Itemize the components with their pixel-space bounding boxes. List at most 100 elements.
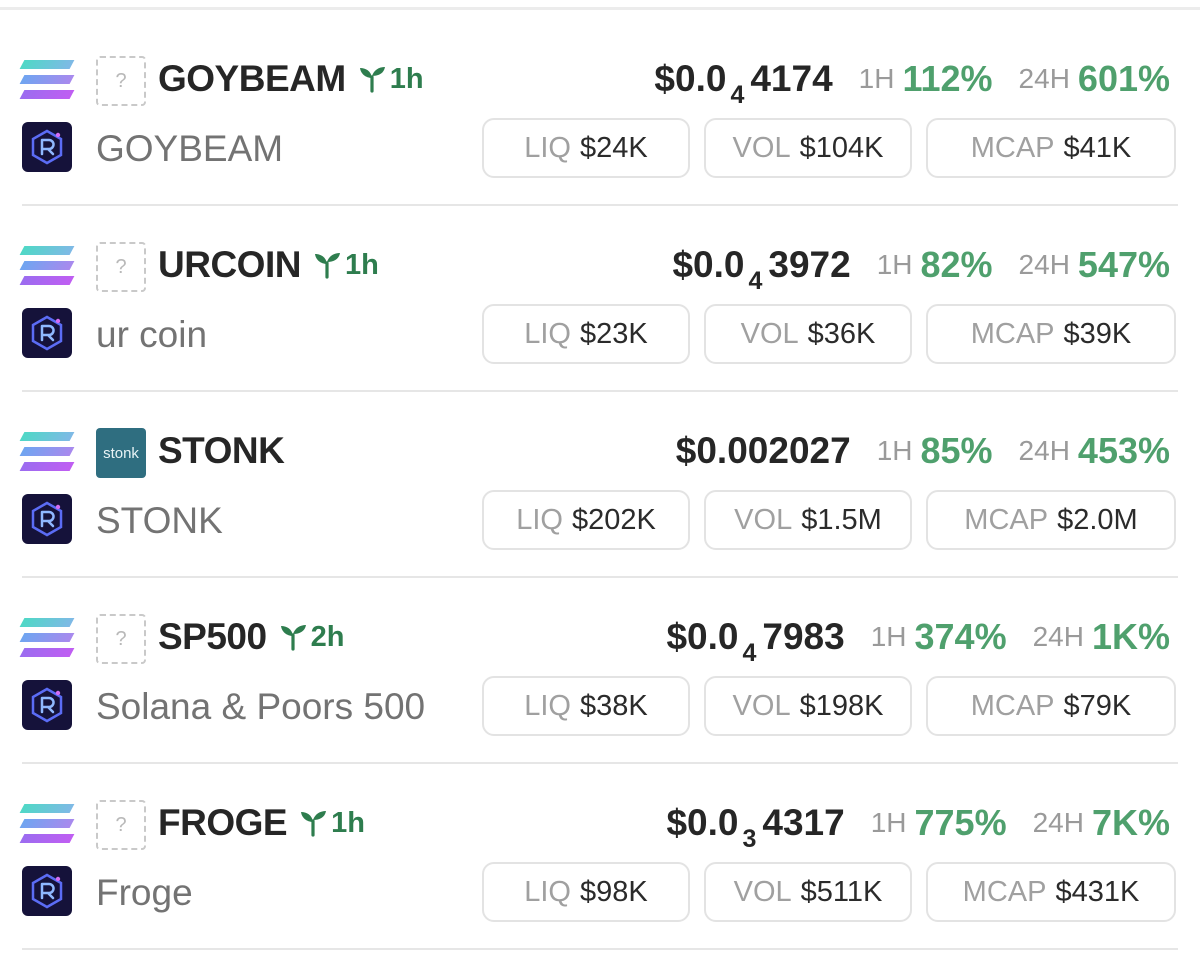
volume-label: VOL [732, 131, 791, 164]
change-24h-label: 24H [1018, 249, 1070, 280]
change-24h-label: 24H [1018, 435, 1070, 466]
volume-value: $198K [799, 689, 884, 722]
change-1h: 775% [914, 802, 1007, 843]
price-prefix: $0.0 [666, 616, 739, 657]
volume-pill[interactable]: VOL $104K [704, 118, 912, 178]
token-list: ? GOYBEAM 1h GOYBEAM $0.0 4 4174 1H 112%… [0, 20, 1200, 950]
change-1h-label: 1H [870, 807, 907, 838]
change-1h: 112% [902, 58, 993, 99]
token-symbol: FROGE [158, 802, 288, 843]
token-symbol: URCOIN [158, 244, 301, 285]
volume-label: VOL [740, 317, 799, 350]
price-zero-count: 3 [742, 825, 757, 853]
liquidity-pill[interactable]: LIQ $23K [482, 304, 690, 364]
liquidity-value: $98K [580, 875, 648, 908]
market-cap-pill[interactable]: MCAP $39K [926, 304, 1176, 364]
raydium-icon [22, 866, 72, 916]
token-row[interactable]: ? FROGE 1h Froge $0.0 3 4317 1H 775% 24H [19, 764, 1178, 950]
volume-pill[interactable]: VOL $1.5M [704, 490, 912, 550]
token-name: Solana & Poors 500 [96, 686, 426, 727]
token-name: Froge [96, 872, 193, 913]
change-1h-label: 1H [876, 249, 913, 280]
market-cap-pill[interactable]: MCAP $79K [926, 676, 1176, 736]
token-stats: LIQ $38K VOL $198K MCAP $79K [482, 676, 1176, 736]
market-cap-value: $431K [1055, 875, 1140, 908]
token-age-text: 1h [389, 62, 424, 95]
market-cap-value: $79K [1063, 689, 1132, 722]
market-cap-label: MCAP [970, 689, 1055, 722]
token-age: 1h [358, 63, 424, 96]
token-price: $0.0 4 4174 [654, 58, 833, 109]
liquidity-pill[interactable]: LIQ $38K [482, 676, 690, 736]
price-line: $0.0 4 3972 1H 82% 24H 547% [672, 240, 1170, 295]
liquidity-value: $202K [571, 503, 656, 536]
price-zero-count: 4 [748, 267, 763, 295]
raydium-icon [22, 680, 72, 730]
solana-icon [19, 246, 75, 288]
token-stats: LIQ $202K VOL $1.5M MCAP $2.0M [482, 490, 1176, 550]
market-cap-value: $39K [1063, 317, 1132, 350]
volume-value: $1.5M [801, 503, 882, 536]
price-digits: 4317 [762, 802, 845, 843]
token-price: $0.0 3 4317 [666, 802, 845, 853]
volume-label: VOL [733, 875, 792, 908]
price-line: $0.0 3 4317 1H 775% 24H 7K% [666, 798, 1170, 853]
volume-pill[interactable]: VOL $36K [704, 304, 912, 364]
token-symbol-line: STONK [158, 426, 285, 476]
change-24h: 601% [1077, 58, 1170, 99]
token-price: $0.0 4 3972 [672, 244, 851, 295]
change-24h-label: 24H [1032, 807, 1084, 838]
change-24h: 7K% [1091, 802, 1170, 843]
solana-icon [19, 804, 75, 846]
price-digits: 3972 [768, 244, 851, 285]
token-symbol: SP500 [158, 616, 267, 657]
liquidity-pill[interactable]: LIQ $24K [482, 118, 690, 178]
question-mark-icon: ? [96, 614, 146, 664]
token-symbol: GOYBEAM [158, 58, 346, 99]
change-24h: 547% [1077, 244, 1170, 285]
market-cap-pill[interactable]: MCAP $41K [926, 118, 1176, 178]
top-divider [0, 0, 1200, 10]
change-24h-label: 24H [1018, 63, 1070, 94]
liquidity-label: LIQ [524, 317, 571, 350]
liquidity-value: $23K [580, 317, 648, 350]
volume-pill[interactable]: VOL $511K [704, 862, 912, 922]
change-1h-label: 1H [858, 63, 895, 94]
liquidity-pill[interactable]: LIQ $98K [482, 862, 690, 922]
liquidity-pill[interactable]: LIQ $202K [482, 490, 690, 550]
volume-pill[interactable]: VOL $198K [704, 676, 912, 736]
token-age-text: 1h [331, 806, 365, 839]
token-row[interactable]: ? SP500 2h Solana & Poors 500 $0.0 4 798… [19, 578, 1178, 764]
token-stats: LIQ $23K VOL $36K MCAP $39K [482, 304, 1176, 364]
market-cap-label: MCAP [964, 503, 1049, 536]
price-prefix: $0.0 [654, 58, 727, 99]
liquidity-label: LIQ [524, 875, 571, 908]
question-mark-icon: ? [96, 242, 146, 292]
raydium-icon [22, 494, 72, 544]
token-symbol-line: FROGE 1h [158, 798, 365, 848]
price-prefix: $0.0 [666, 802, 739, 843]
sprout-icon [359, 67, 385, 93]
token-stats: LIQ $98K VOL $511K MCAP $431K [482, 862, 1176, 922]
raydium-icon [22, 308, 72, 358]
token-name: ur coin [96, 314, 208, 355]
token-row[interactable]: ? GOYBEAM 1h GOYBEAM $0.0 4 4174 1H 112%… [19, 20, 1178, 206]
token-row[interactable]: ? URCOIN 1h ur coin $0.0 4 3972 1H 82% 2… [19, 206, 1178, 392]
volume-value: $104K [799, 131, 884, 164]
token-age: 1h [313, 249, 379, 282]
question-mark-icon: ? [96, 800, 146, 850]
price-digits: 7983 [762, 616, 845, 657]
token-symbol-line: SP500 2h [158, 612, 344, 662]
liquidity-label: LIQ [524, 131, 571, 164]
liquidity-value: $38K [580, 689, 648, 722]
change-1h-label: 1H [876, 435, 913, 466]
market-cap-pill[interactable]: MCAP $2.0M [926, 490, 1176, 550]
token-age-text: 1h [344, 248, 379, 281]
token-price: $0.002027 [676, 430, 851, 472]
token-symbol-line: GOYBEAM 1h [158, 54, 424, 104]
sprout-icon [314, 253, 340, 279]
token-symbol: STONK [158, 430, 285, 471]
price-digits: 4174 [750, 58, 833, 99]
token-row[interactable]: stonk STONK STONK $0.002027 1H 85% 24H 4… [19, 392, 1178, 578]
market-cap-pill[interactable]: MCAP $431K [926, 862, 1176, 922]
